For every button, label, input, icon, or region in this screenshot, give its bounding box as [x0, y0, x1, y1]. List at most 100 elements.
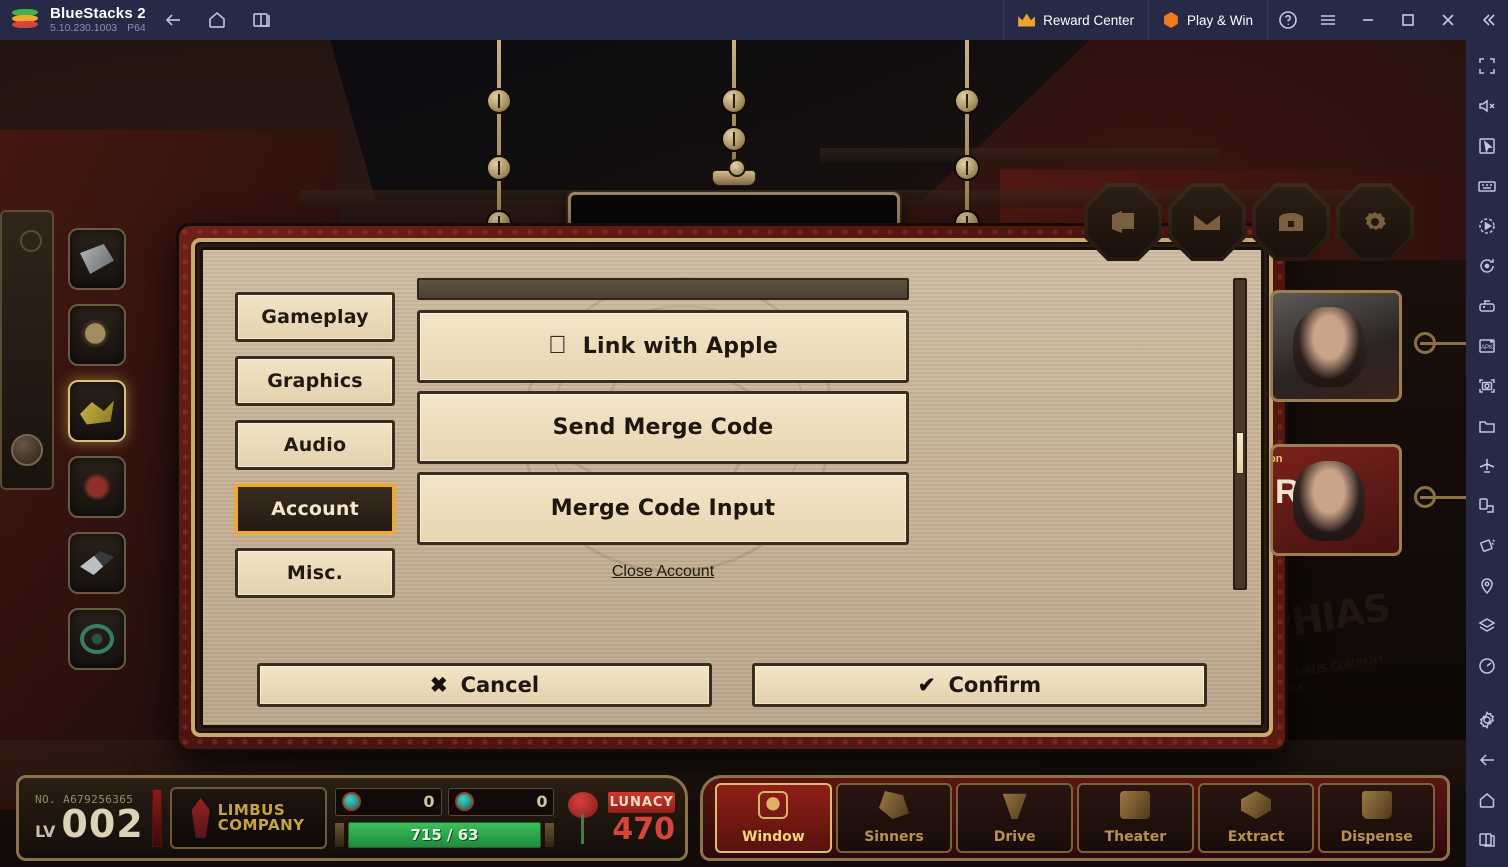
chain-clamp [721, 88, 747, 114]
tab-label: Account [271, 498, 359, 520]
tab-audio[interactable]: Audio [235, 420, 395, 470]
app-title-block: BlueStacks 2 5.10.230.1003 P64 [50, 4, 146, 35]
app-name: BlueStacks 2 [50, 4, 146, 22]
recents-icon[interactable] [244, 3, 278, 37]
check-icon: ✔ [917, 673, 936, 697]
storage-icon[interactable] [1252, 183, 1330, 261]
left-rail-slot-wheel[interactable] [68, 608, 126, 670]
link-with-apple-button[interactable]:  Link with Apple [417, 310, 909, 383]
tab-graphics[interactable]: Graphics [235, 356, 395, 406]
close-icon[interactable] [1428, 0, 1468, 40]
tab-account[interactable]: Account [235, 484, 395, 534]
fullscreen-icon[interactable] [1471, 50, 1503, 82]
content-scrollbar[interactable] [1233, 278, 1247, 590]
module-icon [454, 792, 474, 811]
currency-ticket[interactable]: 0 [334, 787, 442, 816]
settings-icon[interactable] [1471, 704, 1503, 736]
card-connector-arm [1420, 496, 1466, 499]
tab-misc[interactable]: Misc. [235, 548, 395, 598]
lunacy-label: LUNACY [609, 794, 674, 810]
location-icon[interactable] [1471, 570, 1503, 602]
screenshot-icon[interactable] [1471, 370, 1503, 402]
menu-button-theater[interactable]: Theater [1077, 783, 1194, 853]
notice-icon[interactable] [1084, 183, 1162, 261]
recents-icon[interactable] [1471, 824, 1503, 856]
reward-center-button[interactable]: Reward Center [1003, 0, 1149, 40]
multi-instance-icon[interactable] [1471, 490, 1503, 522]
character-card[interactable] [1270, 290, 1402, 402]
character-card[interactable]: on R [1270, 444, 1402, 556]
apk-install-icon[interactable]: APK [1471, 330, 1503, 362]
game-bottom-hud: NO. A679256365 LV 002 LIMBUS COMPANY 0 0… [0, 755, 1466, 867]
merge-code-input-button[interactable]: Merge Code Input [417, 472, 909, 545]
maximize-icon[interactable] [1388, 0, 1428, 40]
left-rail-slot-golden-bough[interactable] [68, 380, 126, 442]
performance-icon[interactable] [1471, 650, 1503, 682]
currency-row: 0 0 [334, 787, 555, 816]
menu-icon[interactable] [1308, 0, 1348, 40]
guild-name-line2: COMPANY [217, 816, 305, 834]
reward-center-label: Reward Center [1043, 12, 1134, 28]
menu-label: Theater [1104, 829, 1167, 845]
mute-icon[interactable] [1471, 90, 1503, 122]
lunacy-tag: LUNACY [608, 791, 675, 813]
collapse-icon[interactable] [1468, 0, 1508, 40]
currency-module[interactable]: 0 [447, 787, 555, 816]
back-icon[interactable] [1471, 744, 1503, 776]
chain-right [954, 40, 980, 250]
scrollbar-thumb[interactable] [1236, 432, 1244, 474]
settings-gear-icon[interactable] [1336, 183, 1414, 261]
dispense-icon [1361, 791, 1392, 819]
bg-plank-2 [820, 148, 1220, 162]
character-portrait [1293, 461, 1365, 541]
back-icon[interactable] [156, 3, 190, 37]
left-rail-slot-bloodstain[interactable] [68, 456, 126, 518]
home-icon[interactable] [1471, 784, 1503, 816]
guild-emblem-icon [191, 798, 210, 838]
chain-center [721, 40, 747, 172]
sinners-icon [879, 791, 909, 819]
pocketwatch-icon [80, 320, 114, 350]
tab-gameplay[interactable]: Gameplay [235, 292, 395, 342]
left-rail-slot-pocketwatch[interactable] [68, 304, 126, 366]
shake-icon[interactable] [1471, 530, 1503, 562]
level-value: 002 [61, 802, 144, 847]
guild-badge: LIMBUS COMPANY [169, 787, 327, 849]
home-icon[interactable] [200, 3, 234, 37]
left-rail-slot-syringe[interactable] [68, 532, 126, 594]
close-account-link[interactable]: Close Account [612, 563, 714, 581]
play-and-win-button[interactable]: Play & Win [1149, 0, 1268, 40]
gamepad-icon[interactable] [1471, 290, 1503, 322]
menu-button-dispense[interactable]: Dispense [1318, 783, 1436, 853]
scrolled-partial-item[interactable] [417, 278, 909, 300]
eco-mode-icon[interactable] [1471, 450, 1503, 482]
player-level-block: NO. A679256365 LV 002 [29, 793, 144, 847]
tab-label: Misc. [286, 562, 344, 584]
macro-icon[interactable] [1471, 210, 1503, 242]
minimize-icon[interactable] [1348, 0, 1388, 40]
menu-button-drive[interactable]: Drive [956, 783, 1074, 853]
game-top-menu [1084, 183, 1414, 261]
close-account-row: Close Account [417, 563, 909, 581]
menu-button-window[interactable]: Window [715, 783, 832, 853]
left-indicator-light [20, 230, 42, 252]
coin-icon [1164, 12, 1178, 28]
keymapping-icon[interactable] [1471, 170, 1503, 202]
banner-icon [80, 244, 114, 274]
send-merge-code-button[interactable]: Send Merge Code [417, 391, 909, 464]
layers-icon[interactable] [1471, 610, 1503, 642]
confirm-button[interactable]: ✔ Confirm [752, 663, 1207, 707]
menu-button-extract[interactable]: Extract [1197, 783, 1315, 853]
rotate-icon[interactable] [1471, 250, 1503, 282]
cancel-button[interactable]: ✖ Cancel [257, 663, 712, 707]
left-rail-slot-banner[interactable] [68, 228, 126, 290]
chain-clamp [954, 155, 980, 181]
media-folder-icon[interactable] [1471, 410, 1503, 442]
app-version: 5.10.230.1003 [50, 22, 118, 35]
cursor-icon[interactable] [1471, 130, 1503, 162]
menu-button-sinners[interactable]: Sinners [835, 783, 953, 853]
mail-icon[interactable] [1168, 183, 1246, 261]
help-icon[interactable] [1268, 0, 1308, 40]
chain-clamp [486, 155, 512, 181]
currency-2-value: 0 [536, 792, 548, 811]
